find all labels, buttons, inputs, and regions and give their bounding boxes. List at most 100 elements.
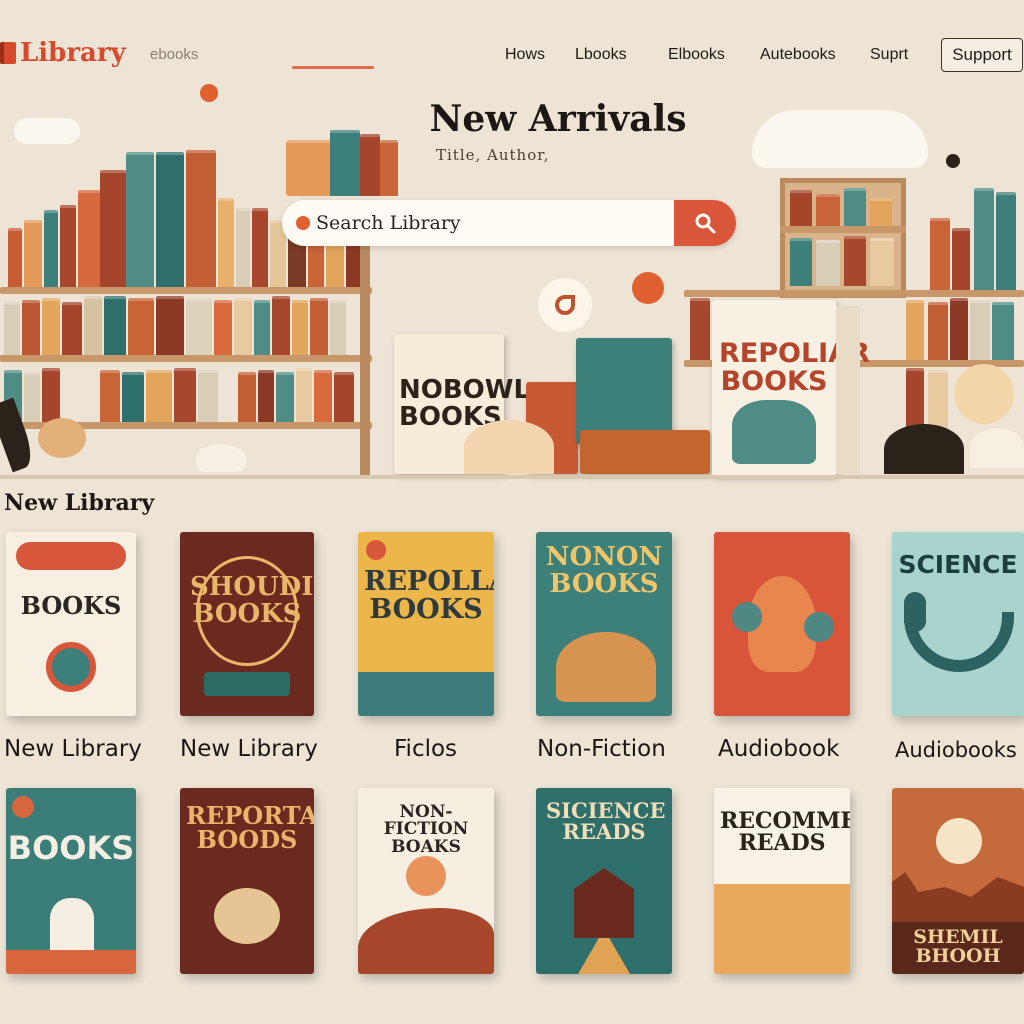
book-art — [714, 884, 850, 974]
book-art — [732, 602, 762, 632]
book-stack — [286, 140, 336, 196]
book-spine — [156, 152, 184, 287]
book-card[interactable]: NONON BOOKS — [536, 532, 672, 716]
flower-decoration — [196, 444, 246, 472]
left-bookshelf — [0, 150, 372, 475]
book-spine — [870, 238, 894, 286]
book-spine — [360, 134, 380, 196]
nav-link-2[interactable]: Elbooks — [668, 46, 725, 64]
book-spine — [100, 370, 120, 422]
book-spine — [84, 296, 102, 355]
book-art — [578, 938, 630, 974]
orange-badge-icon — [632, 272, 664, 304]
book-spine — [100, 170, 126, 287]
category-label[interactable]: Audiobook — [718, 736, 839, 762]
book-card[interactable]: SCIENCE — [892, 532, 1024, 716]
dark-dot-icon — [946, 154, 960, 168]
shelf-board — [0, 287, 372, 294]
book-spine — [62, 302, 82, 355]
book-badge-icon — [366, 540, 386, 560]
book-spine — [276, 372, 294, 422]
book-spine — [816, 194, 840, 226]
category-label[interactable]: New Library — [180, 736, 318, 762]
book-badge-icon — [12, 796, 34, 818]
book-art — [214, 888, 280, 944]
book-spine — [296, 368, 312, 422]
book-spine — [816, 240, 840, 286]
hero-subtitle: Title, Author, — [436, 146, 550, 164]
book-spine — [272, 296, 290, 355]
nav-link-ebooks[interactable]: ebooks — [150, 46, 198, 63]
book-card[interactable]: SHEMIL BHOOH — [892, 788, 1024, 974]
logo-book-icon — [0, 42, 16, 64]
nav-link-3[interactable]: Autebooks — [760, 46, 836, 64]
book-spine — [254, 300, 270, 355]
book-title: BOOKS — [7, 829, 135, 867]
book-spine — [78, 190, 100, 287]
book-spine — [4, 302, 20, 355]
nav-link-4[interactable]: Suprt — [870, 46, 908, 64]
book-card[interactable] — [714, 532, 850, 716]
shelf-board — [0, 355, 372, 362]
hero-divider — [0, 475, 1024, 479]
book-title: SCIENCE — [898, 550, 1018, 579]
book-spine — [970, 300, 990, 360]
book-card[interactable]: SICIENCE READS — [536, 788, 672, 974]
book-spine — [334, 372, 354, 422]
book-spine — [310, 298, 328, 355]
category-label[interactable]: Ficlos — [394, 736, 457, 762]
book-card[interactable]: REPOLLAR BOOKS — [358, 532, 494, 716]
nav-link-1[interactable]: Lbooks — [575, 46, 627, 64]
book-card[interactable]: RECOMMENDED READS — [714, 788, 850, 974]
search-input[interactable] — [316, 200, 676, 246]
book-title: NON-FICTION BOAKS — [383, 802, 469, 857]
book-spine — [24, 220, 42, 287]
book-art — [358, 908, 494, 974]
book-spine — [122, 372, 144, 422]
book-title: REPOLLAR BOOKS — [364, 566, 494, 625]
castle-art — [574, 868, 634, 938]
nav-active-underline — [292, 66, 374, 69]
book-title: REPORTAR BOODS — [186, 801, 314, 855]
flower-decoration — [464, 420, 554, 474]
skyline-art — [892, 872, 1024, 922]
book-title: SHOUDIR BOOKS — [190, 572, 314, 629]
audio-icon[interactable] — [538, 278, 592, 332]
book-card[interactable]: REPORTAR BOODS — [180, 788, 314, 974]
book-art — [804, 612, 834, 642]
book-spine — [974, 188, 994, 290]
book-art — [358, 672, 494, 716]
book-art — [556, 632, 656, 702]
book-spine — [214, 300, 232, 355]
book-card[interactable]: NON-FICTION BOAKS — [358, 788, 494, 974]
category-label[interactable]: Audiobooks — [895, 738, 1017, 762]
book-spine — [252, 208, 268, 287]
book-spine — [174, 368, 196, 422]
book-spine — [992, 302, 1014, 360]
audio-glyph-icon — [555, 295, 575, 315]
book-spine — [234, 298, 252, 355]
category-label[interactable]: Non-Fiction — [537, 736, 666, 762]
book-spine — [238, 372, 256, 422]
search-bar — [282, 200, 736, 246]
book-art — [904, 592, 926, 632]
book-spine — [690, 298, 710, 360]
shelf-side — [360, 240, 370, 475]
support-button[interactable]: Support — [941, 38, 1023, 72]
book-spine — [258, 370, 274, 422]
logo[interactable]: Library — [0, 38, 126, 68]
book-card[interactable]: BOOKS — [6, 788, 136, 974]
category-label[interactable]: New Library — [4, 736, 142, 762]
top-nav: Library ebooks Hows Lbooks Elbooks Auteb… — [0, 0, 1024, 90]
book-spine — [950, 298, 968, 360]
book-title: SICIENCE READS — [546, 798, 666, 845]
book-card[interactable]: BOOKS — [6, 532, 136, 716]
book-art — [732, 400, 816, 464]
book-spine — [380, 140, 398, 196]
leaf-decoration — [884, 424, 964, 474]
book-spine — [60, 205, 76, 287]
nav-link-0[interactable]: Hows — [505, 46, 545, 64]
book-card[interactable]: SHOUDIR BOOKS — [180, 532, 314, 716]
book-spine — [870, 198, 892, 226]
featured-book-2[interactable]: REPOLIAR BOOKS — [712, 300, 870, 476]
